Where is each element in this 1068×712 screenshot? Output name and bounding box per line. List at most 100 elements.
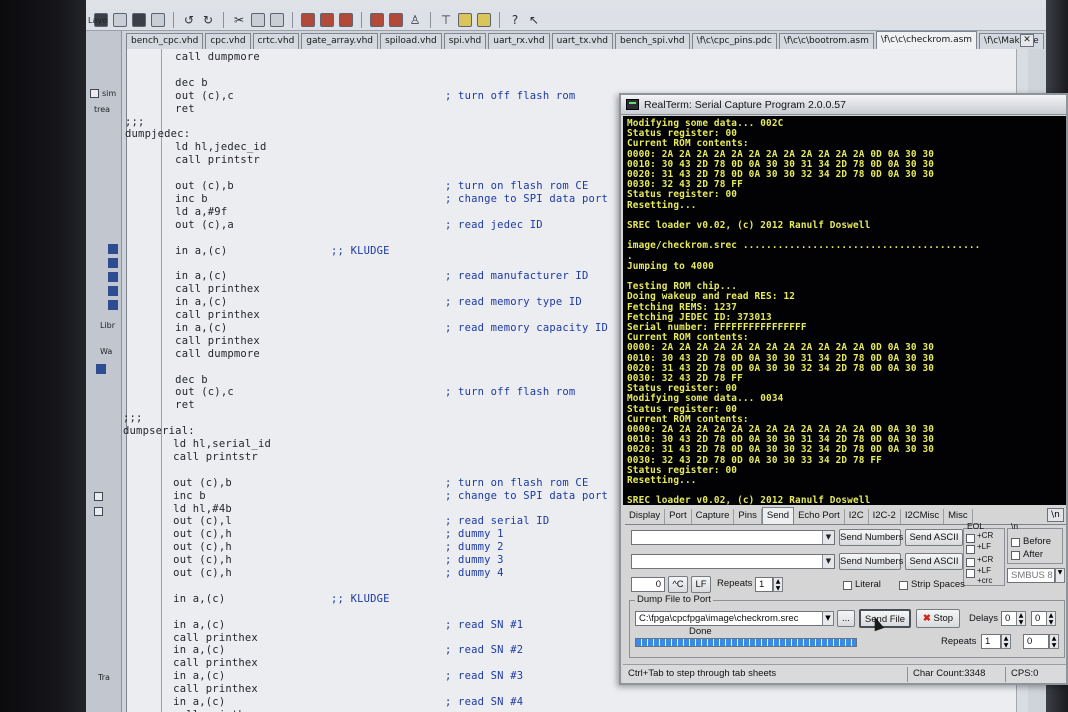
dump-repeats-input-2[interactable]: 0 [1023, 634, 1049, 649]
editor-tab[interactable]: \f\c\c\bootrom.asm [778, 33, 874, 49]
send-file-button[interactable]: Send File [859, 609, 911, 628]
realterm-titlebar[interactable]: RealTerm: Serial Capture Program 2.0.0.5… [621, 95, 1066, 115]
code-line: call dumpmore [123, 347, 260, 360]
editor-tab[interactable]: crtc.vhd [252, 33, 300, 49]
chevron-down-icon[interactable]: ▼ [1055, 568, 1065, 583]
run-icon[interactable]: ♙ [408, 13, 422, 27]
delay-stepper-1[interactable]: ▲ ▼ [1016, 611, 1026, 626]
chevron-down-icon[interactable]: ▼ [822, 611, 834, 626]
hierarchy-icon[interactable]: ⊤ [439, 13, 453, 27]
dump-repeats-stepper[interactable]: ▲ ▼ [1001, 634, 1011, 649]
editor-tab[interactable]: \f\c\c\checkrom.asm [875, 31, 978, 49]
dump-repeats-stepper-2[interactable]: ▲ ▼ [1049, 634, 1059, 649]
synthesize-icon[interactable] [389, 12, 403, 27]
send-input-1[interactable]: ▼ [631, 530, 835, 545]
close-tab-icon[interactable]: ✕ [1020, 34, 1034, 47]
open-file-icon[interactable] [113, 12, 127, 27]
newline-toggle-button[interactable]: \n [1047, 508, 1064, 522]
chevron-down-icon[interactable]: ▼ [822, 555, 834, 568]
code-line: call printhex [123, 309, 260, 321]
editor-tab[interactable]: bench_spi.vhd [615, 33, 690, 49]
editor-tab[interactable]: \f\c\cpc_pins.pdc [691, 33, 777, 49]
chip-icon[interactable] [458, 12, 472, 27]
memory-icon[interactable] [477, 12, 491, 27]
realterm-tab[interactable]: Port [665, 509, 692, 524]
before-checkbox[interactable] [1011, 538, 1020, 547]
expand-icon[interactable] [94, 492, 103, 501]
compile-icon[interactable] [370, 12, 384, 27]
realterm-tab[interactable]: Echo Port [794, 509, 845, 524]
paste-icon[interactable] [270, 12, 284, 27]
undo-icon[interactable]: ↺ [182, 13, 196, 27]
panel-label-sim[interactable]: sim [102, 89, 116, 98]
save-icon[interactable] [132, 12, 146, 27]
save-all-icon[interactable] [151, 12, 165, 27]
send-input-2[interactable]: ▼ [631, 554, 835, 569]
send-ascii-button-1[interactable]: Send ASCII [905, 529, 963, 546]
send-numbers-button-2[interactable]: Send Numbers [839, 553, 903, 570]
status-hint: Ctrl+Tab to step through tab sheets [628, 668, 777, 679]
realterm-tab[interactable]: Send [761, 507, 795, 524]
eol-crc-label: +crc [977, 576, 993, 585]
ctrl-c-button[interactable]: ^C [668, 576, 688, 593]
help-icon[interactable]: ? [508, 13, 522, 27]
expand-icon[interactable] [94, 507, 103, 516]
context-help-icon[interactable]: ↖ [527, 13, 541, 27]
repeats-input[interactable]: 1 [755, 577, 773, 592]
realterm-tab[interactable]: Pins [734, 509, 762, 524]
send-ascii-button-2[interactable]: Send ASCII [905, 553, 963, 570]
smbus-select[interactable]: SMBUS 8 [1007, 568, 1055, 583]
panel-label-transcript[interactable]: Tra [98, 673, 110, 682]
editor-tab[interactable]: cpc.vhd [205, 33, 251, 49]
realterm-tab[interactable]: Display [625, 509, 666, 524]
editor-tab[interactable]: spi.vhd [443, 33, 487, 49]
repeats-stepper[interactable]: ▲ ▼ [773, 577, 783, 592]
browse-button[interactable]: ... [837, 610, 855, 627]
strip-spaces-checkbox[interactable] [899, 581, 908, 590]
panel-label-library[interactable]: Libr [100, 321, 115, 330]
send-numbers-button-1[interactable]: Send Numbers [839, 529, 903, 546]
chevron-down-icon[interactable]: ▼ [822, 531, 834, 544]
editor-tab[interactable]: gate_array.vhd [301, 33, 378, 49]
realterm-tab[interactable]: Capture [692, 509, 735, 524]
cut-icon[interactable]: ✂ [232, 13, 246, 27]
eol-cr2-checkbox[interactable] [966, 558, 975, 567]
after-checkbox[interactable] [1011, 551, 1020, 560]
code-line: call dumpmore [123, 51, 260, 63]
char-code-input[interactable]: 0 [631, 577, 665, 592]
redo-icon[interactable]: ↻ [201, 13, 215, 27]
realterm-tab[interactable]: I2C [845, 509, 869, 524]
editor-tab[interactable]: uart_rx.vhd [488, 33, 550, 49]
code-line: out (c),h [121, 554, 232, 567]
editor-tab[interactable]: uart_tx.vhd [551, 33, 614, 49]
literal-checkbox[interactable] [843, 581, 852, 590]
realterm-tab[interactable]: I2CMisc [901, 509, 945, 524]
eol-lf2-checkbox[interactable] [966, 569, 975, 578]
terminal-line: Resetting... [627, 199, 697, 211]
find-icon[interactable] [301, 12, 315, 27]
realterm-tab[interactable]: I2C-2 [869, 509, 901, 524]
delay-input-1[interactable]: 0 [1001, 611, 1017, 626]
replace-icon[interactable] [339, 12, 353, 27]
panel-label-tree[interactable]: trea [94, 105, 110, 114]
stop-button[interactable]: ✖ Stop [916, 609, 960, 628]
editor-tab[interactable]: spiload.vhd [380, 33, 442, 49]
dump-file-path-input[interactable]: C:\fpga\cpcfpga\image\checkrom.srec [635, 611, 833, 626]
delay-input-2[interactable]: 0 [1031, 611, 1047, 626]
editor-tab[interactable]: bench_cpc.vhd [126, 33, 204, 49]
copy-icon[interactable] [251, 12, 265, 27]
panel-label-watch[interactable]: Wa [100, 347, 112, 356]
eol-lf-checkbox[interactable] [966, 545, 975, 554]
expand-icon[interactable] [90, 89, 99, 98]
dump-repeats-input[interactable]: 1 [981, 634, 1001, 649]
code-line: in a,(c) [121, 644, 226, 657]
lf-button[interactable]: LF [691, 576, 711, 593]
find-next-icon[interactable] [320, 12, 334, 27]
eol-cr-checkbox[interactable] [966, 534, 975, 543]
code-comment: ; read memory capacity ID [445, 321, 609, 334]
code-line: call printhex [123, 283, 260, 296]
code-line: ld hl,serial_id [121, 438, 271, 450]
tree-node-icon [108, 244, 118, 254]
delay-stepper-2[interactable]: ▲ ▼ [1046, 611, 1056, 626]
terminal-output[interactable]: Modifying some data... 002C Status regist… [623, 116, 1066, 505]
